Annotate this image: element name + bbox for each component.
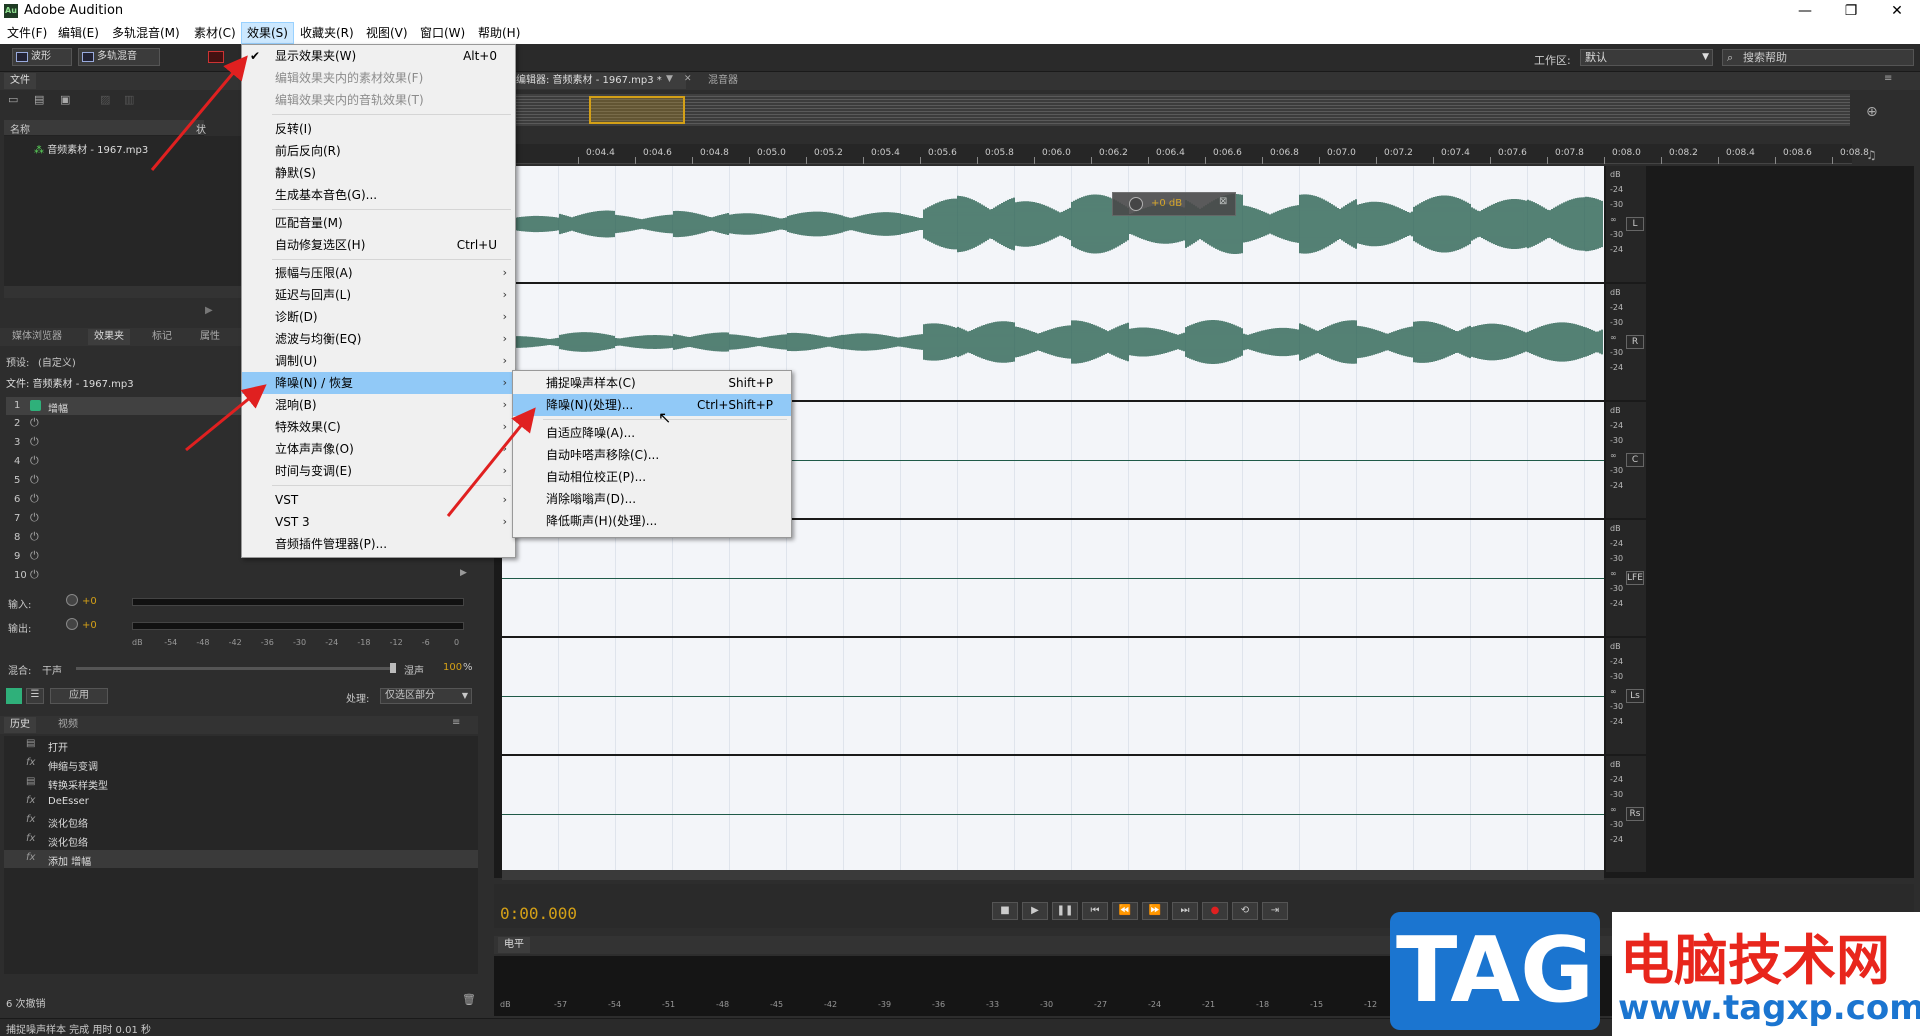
arrow-to-noise-reduction [446, 407, 536, 517]
watermark-url: www.tagxp.com [1618, 988, 1920, 1028]
arrow-to-effects-menu [150, 55, 248, 171]
watermark-logo: TAG [1390, 912, 1600, 1030]
watermark-tag: TAG [1396, 918, 1594, 1023]
arrow-to-noise-menu [185, 384, 267, 452]
watermark-box: 电脑技术网 www.tagxp.com [1612, 912, 1920, 1036]
annotation-arrows [150, 55, 536, 517]
watermark-cn: 电脑技术网 [1620, 929, 1890, 992]
